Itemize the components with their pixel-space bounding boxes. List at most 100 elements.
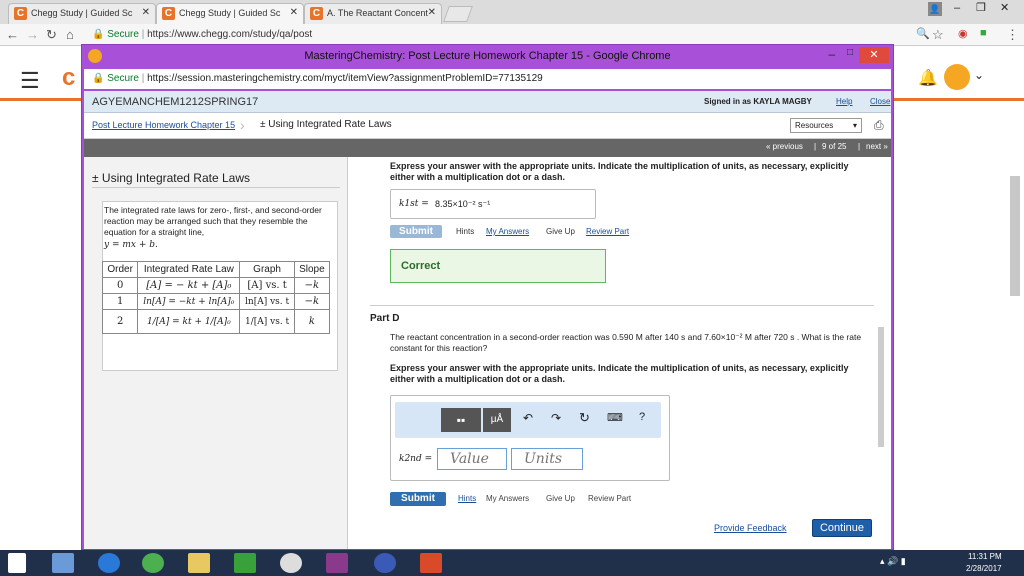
units-input[interactable] bbox=[511, 448, 583, 470]
popup-title: MasteringChemistry: Post Lecture Homewor… bbox=[304, 50, 671, 62]
zoom-icon[interactable]: 🔍 bbox=[916, 27, 930, 40]
reset-icon[interactable]: ↻ bbox=[579, 410, 590, 426]
clock-time: 11:31 PM bbox=[968, 552, 1002, 561]
reload-icon[interactable]: ↻ bbox=[46, 27, 57, 43]
help-icon[interactable]: ? bbox=[639, 411, 645, 423]
value-input[interactable] bbox=[437, 448, 507, 470]
internet-explorer-icon[interactable] bbox=[98, 553, 120, 573]
star-icon[interactable]: ☆ bbox=[932, 27, 944, 43]
close-icon[interactable]: ✕ bbox=[428, 7, 436, 18]
table-cell: −k bbox=[293, 293, 331, 310]
minimize-icon[interactable]: ‒ bbox=[954, 2, 960, 14]
table-cell: ln[A] = −kt + ln[A]₀ bbox=[137, 293, 241, 310]
templates-button[interactable]: ▪▪ bbox=[441, 408, 481, 432]
browser-tab-bar: C Chegg Study | Guided Sc ✕ C Chegg Stud… bbox=[0, 0, 1024, 24]
correct-label: Correct bbox=[401, 260, 441, 272]
divider bbox=[370, 305, 874, 306]
give-up-link[interactable]: Give Up bbox=[546, 227, 575, 236]
new-tab-button[interactable] bbox=[443, 6, 473, 22]
table-row: 1 ln[A] = −kt + ln[A]₀ ln[A] vs. t −k bbox=[101, 293, 331, 310]
review-part-link[interactable]: Review Part bbox=[586, 227, 629, 236]
back-arrow-icon[interactable]: ← bbox=[6, 27, 19, 42]
url-field[interactable]: 🔒 Secure | https://www.chegg.com/study/q… bbox=[92, 26, 922, 44]
table-cell: 1/[A] = kt + 1/[A]₀ bbox=[137, 309, 241, 334]
chegg-icon: C bbox=[162, 7, 175, 20]
previous-answer-box: k1st = 8.35×10⁻² s⁻¹ bbox=[390, 189, 596, 219]
table-cell: 1/[A] vs. t bbox=[239, 309, 295, 334]
secure-label: Secure bbox=[107, 73, 139, 84]
extension-2-icon[interactable]: ■ bbox=[980, 27, 987, 39]
close-icon[interactable]: ✕ bbox=[859, 47, 889, 63]
breadcrumb-link[interactable]: Post Lecture Homework Chapter 15 bbox=[92, 120, 235, 130]
units-button[interactable]: μÅ bbox=[483, 408, 511, 432]
answer-label: k1st = bbox=[399, 199, 429, 209]
file-explorer-icon[interactable] bbox=[188, 553, 210, 573]
print-icon[interactable]: ⎙ bbox=[874, 118, 884, 133]
correct-box: Correct bbox=[390, 249, 606, 283]
previous-link[interactable]: « previous bbox=[766, 142, 803, 151]
extension-icon[interactable]: ◉ bbox=[958, 27, 968, 40]
provide-feedback-link[interactable]: Provide Feedback bbox=[714, 523, 787, 533]
submit-button[interactable]: Submit bbox=[390, 492, 446, 506]
close-link[interactable]: Close bbox=[870, 97, 890, 106]
minimize-icon[interactable]: ‒ bbox=[828, 47, 835, 61]
scrollbar[interactable] bbox=[1010, 176, 1020, 296]
menu-dots-icon[interactable]: ⋮ bbox=[1006, 27, 1019, 43]
table-cell: 0 bbox=[101, 277, 139, 294]
powerpoint-icon[interactable] bbox=[420, 553, 442, 573]
redo-icon[interactable]: ↷ bbox=[551, 411, 561, 425]
url-text: https://session.masteringchemistry.com/m… bbox=[147, 73, 543, 84]
profile-icon[interactable]: 👤 bbox=[928, 2, 942, 16]
store-icon[interactable] bbox=[234, 553, 256, 573]
app-icon[interactable] bbox=[326, 553, 348, 573]
app-icon[interactable] bbox=[52, 553, 74, 573]
clock-date: 2/28/2017 bbox=[966, 564, 1002, 573]
bell-icon[interactable]: 🔔 bbox=[918, 68, 938, 88]
popup-url-bar[interactable]: 🔒 Secure | https://session.masteringchem… bbox=[84, 69, 891, 89]
maximize-icon[interactable]: ❐ bbox=[976, 1, 986, 14]
windows-start-icon[interactable] bbox=[8, 553, 26, 573]
hints-link[interactable]: Hints bbox=[456, 227, 474, 236]
home-icon[interactable]: ⌂ bbox=[66, 27, 74, 42]
my-answers-link[interactable]: My Answers bbox=[486, 494, 529, 503]
continue-button[interactable]: Continue bbox=[812, 519, 872, 537]
chrome-icon[interactable] bbox=[142, 553, 164, 573]
system-tray-icons[interactable]: ▴ 🔊 ▮ bbox=[880, 556, 906, 567]
instruction-top: Express your answer with the appropriate… bbox=[390, 161, 849, 182]
table-row: 2 1/[A] = kt + 1/[A]₀ 1/[A] vs. t k bbox=[101, 309, 331, 334]
secure-label: Secure bbox=[107, 29, 139, 40]
help-link[interactable]: Help bbox=[836, 97, 852, 106]
tab-chegg-1[interactable]: C Chegg Study | Guided Sc ✕ bbox=[8, 3, 156, 24]
rate-law-table: Order Integrated Rate Law Graph Slope 0 … bbox=[101, 261, 331, 334]
close-window-icon[interactable]: ✕ bbox=[1000, 1, 1009, 14]
chegg-orange-line bbox=[894, 98, 1024, 101]
answer-box: ▪▪ μÅ ↶ ↷ ↻ ⌨ ? k2nd = bbox=[390, 395, 670, 481]
tab-chegg-2[interactable]: C Chegg Study | Guided Sc ✕ bbox=[156, 3, 304, 24]
maximize-icon[interactable]: □ bbox=[847, 47, 853, 58]
column-header: Integrated Rate Law bbox=[137, 261, 241, 278]
hp-icon[interactable] bbox=[374, 553, 396, 573]
hints-link[interactable]: Hints bbox=[458, 494, 476, 503]
close-icon[interactable]: ✕ bbox=[290, 7, 298, 18]
give-up-link[interactable]: Give Up bbox=[546, 494, 575, 503]
review-part-link[interactable]: Review Part bbox=[588, 494, 631, 503]
avatar[interactable] bbox=[944, 64, 970, 90]
hamburger-menu-icon[interactable]: ☰ bbox=[20, 68, 40, 94]
table-header-row: Order Integrated Rate Law Graph Slope bbox=[101, 261, 331, 278]
undo-icon[interactable]: ↶ bbox=[523, 411, 533, 425]
answer-label: k2nd = bbox=[399, 454, 433, 464]
tab-reactant[interactable]: C A. The Reactant Concent ✕ bbox=[304, 3, 442, 24]
chevron-down-icon[interactable]: ⌄ bbox=[974, 68, 984, 82]
close-icon[interactable]: ✕ bbox=[142, 7, 150, 18]
app-icon[interactable] bbox=[280, 553, 302, 573]
my-answers-link[interactable]: My Answers bbox=[486, 227, 529, 236]
resources-dropdown[interactable]: Resources ▾ bbox=[790, 118, 862, 133]
part-title: Part D bbox=[370, 313, 400, 324]
scrollbar[interactable] bbox=[878, 327, 884, 447]
forward-arrow-icon[interactable]: → bbox=[26, 27, 39, 42]
left-panel: ± Using Integrated Rate Laws The integra… bbox=[84, 157, 348, 549]
keyboard-icon[interactable]: ⌨ bbox=[607, 411, 623, 424]
next-link[interactable]: next » bbox=[866, 142, 888, 151]
breadcrumb-current: ± Using Integrated Rate Laws bbox=[260, 119, 392, 130]
windows-taskbar: ▴ 🔊 ▮ 11:31 PM 2/28/2017 bbox=[0, 550, 1024, 576]
